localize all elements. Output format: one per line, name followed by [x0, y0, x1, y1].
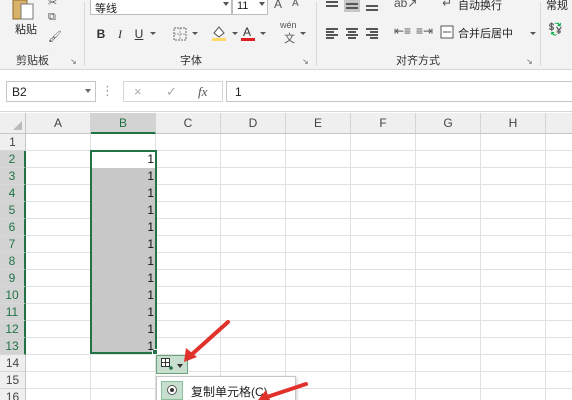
- annotation-arrows: [184, 320, 308, 400]
- annotation-arrow-lower: [258, 382, 308, 400]
- annotation-arrow-upper: [184, 320, 230, 362]
